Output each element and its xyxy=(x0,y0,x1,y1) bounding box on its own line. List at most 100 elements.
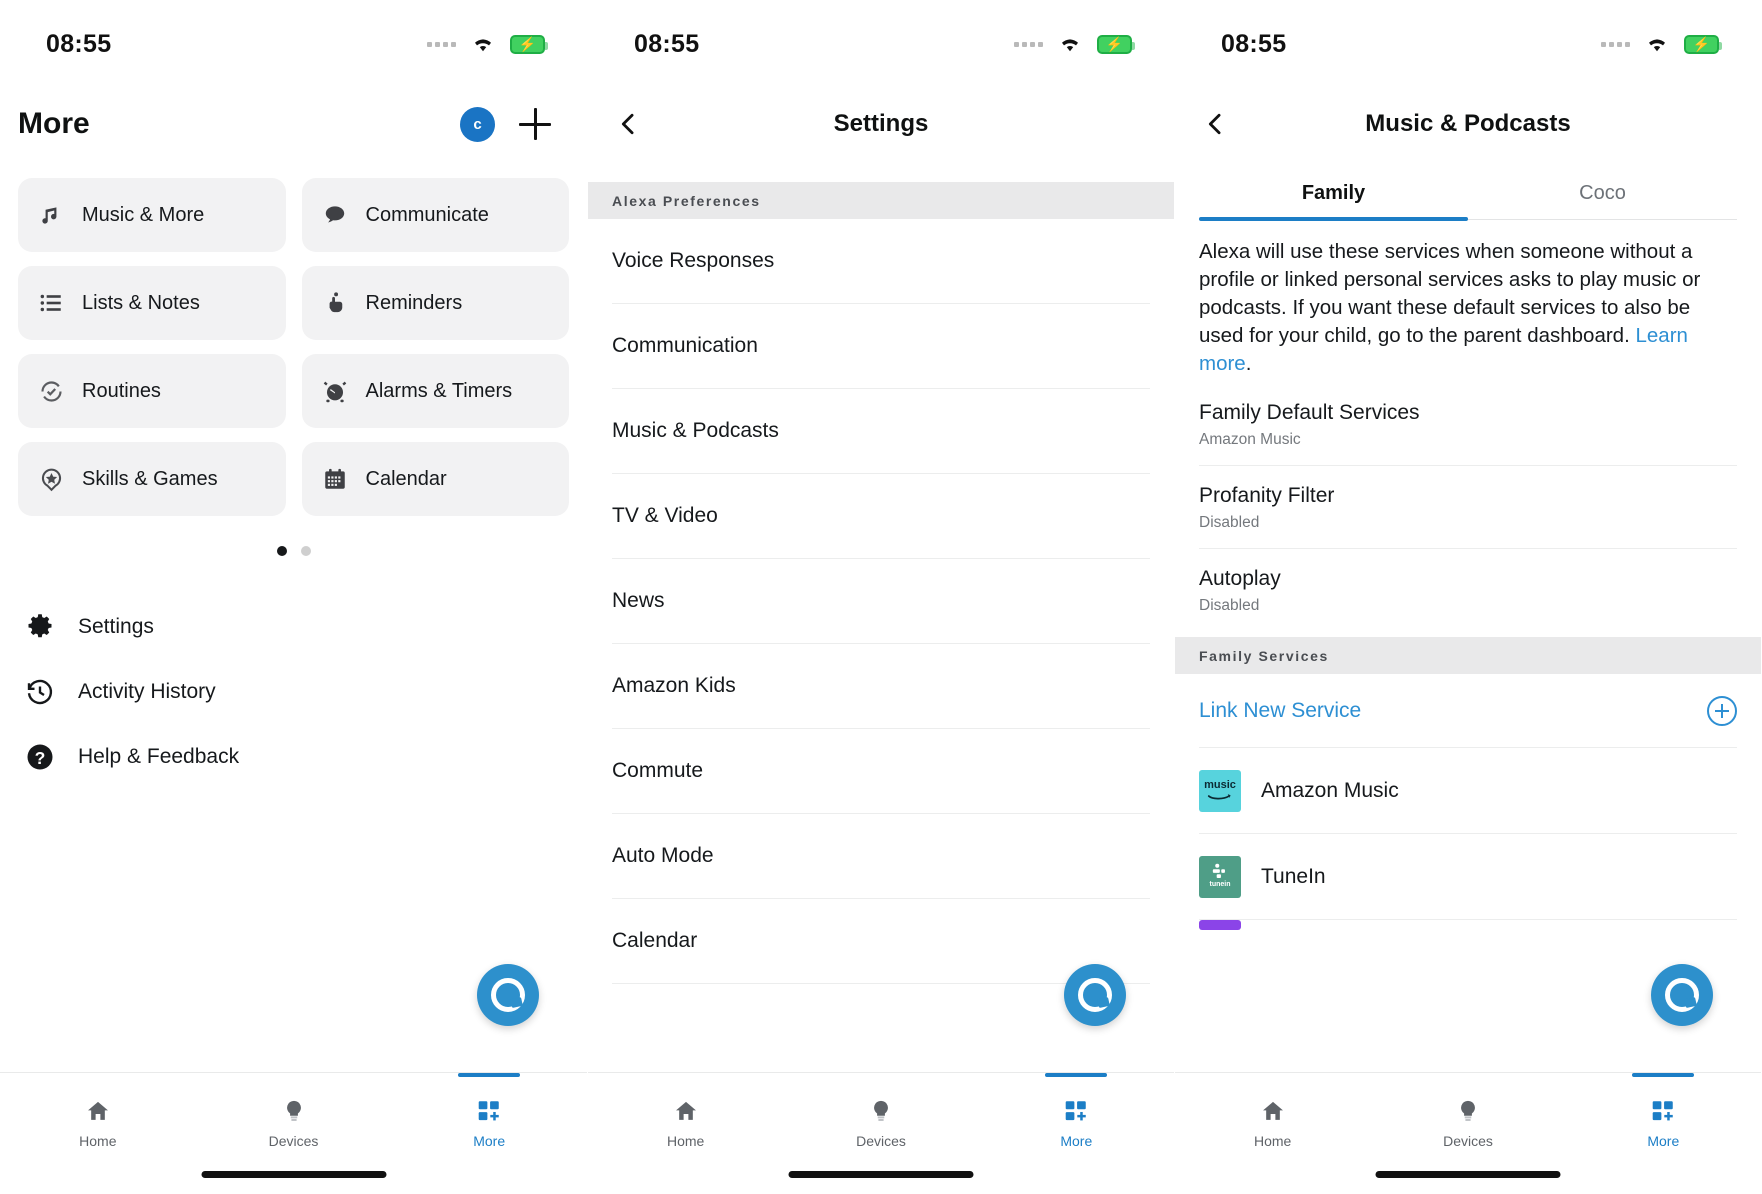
section-header-alexa-preferences: Alexa Preferences xyxy=(588,182,1174,219)
status-time: 08:55 xyxy=(634,29,700,58)
description-text: Alexa will use these services when someo… xyxy=(1175,220,1761,383)
settings-row-tv-and-video[interactable]: TV & Video xyxy=(612,474,1150,559)
screenshot-root: 08:55 ⚡ More c Music & More Communicate … xyxy=(0,0,1762,1194)
screen-music-and-podcasts: 08:55 ⚡ Music & Podcasts Family Coco Ale… xyxy=(1174,0,1761,1194)
bottom-nav-devices[interactable]: Devices xyxy=(783,1087,978,1149)
bottom-nav-more[interactable]: More xyxy=(1566,1073,1761,1149)
page-title: More xyxy=(18,107,90,140)
bottom-nav-more[interactable]: More xyxy=(979,1073,1174,1149)
back-chevron-icon[interactable] xyxy=(1193,102,1237,146)
music-settings-list: Family Default Services Amazon Music Pro… xyxy=(1175,383,1761,631)
pager-dot[interactable] xyxy=(300,546,311,556)
bottom-nav-home[interactable]: Home xyxy=(0,1087,196,1149)
bottom-nav-label: Devices xyxy=(856,1133,906,1149)
settings-row-label: Music & Podcasts xyxy=(612,419,779,442)
settings-row-label: Auto Mode xyxy=(612,844,714,867)
tile-calendar[interactable]: Calendar xyxy=(301,442,569,516)
bottom-nav-label: Devices xyxy=(268,1133,319,1149)
bottom-navigation: Home Devices More xyxy=(1175,1072,1761,1194)
wifi-icon xyxy=(1644,34,1670,54)
bottom-nav-label: More xyxy=(1647,1133,1680,1149)
grid-plus-icon xyxy=(1647,1097,1679,1125)
tile-label: Alarms & Timers xyxy=(365,379,513,402)
list-lines-icon xyxy=(36,288,66,318)
tile-label: Lists & Notes xyxy=(82,291,200,314)
avatar[interactable]: c xyxy=(460,106,495,142)
bottom-nav-home[interactable]: Home xyxy=(588,1087,783,1149)
settings-row-label: Communication xyxy=(612,334,758,357)
home-indicator xyxy=(1375,1171,1561,1178)
tiles-pager[interactable] xyxy=(0,516,587,556)
settings-row-voice-responses[interactable]: Voice Responses xyxy=(612,219,1150,304)
add-icon[interactable] xyxy=(513,102,557,146)
settings-row-news[interactable]: News xyxy=(612,559,1150,644)
status-bar: 08:55 ⚡ xyxy=(588,0,1174,88)
settings-row-label: TV & Video xyxy=(612,504,718,527)
tile-lists-and-notes[interactable]: Lists & Notes xyxy=(18,266,286,340)
tab-family[interactable]: Family xyxy=(1199,168,1468,221)
tile-reminders[interactable]: Reminders xyxy=(301,266,569,340)
status-bar: 08:55 ⚡ xyxy=(0,0,587,88)
gear-icon xyxy=(24,611,56,643)
service-name: TuneIn xyxy=(1261,864,1326,888)
setting-family-default-services[interactable]: Family Default Services Amazon Music xyxy=(1199,383,1737,467)
pager-dot-active[interactable] xyxy=(276,546,287,556)
settings-header: Settings xyxy=(588,88,1174,160)
settings-row-calendar[interactable]: Calendar xyxy=(612,899,1150,984)
settings-row-communication[interactable]: Communication xyxy=(612,304,1150,389)
service-row-partial[interactable] xyxy=(1199,920,1241,931)
bulb-icon xyxy=(278,1097,310,1125)
tab-label: Coco xyxy=(1579,182,1626,204)
bottom-navigation: Home Devices More xyxy=(0,1072,587,1194)
settings-row-label: Commute xyxy=(612,759,704,782)
alexa-button[interactable] xyxy=(1064,964,1126,1026)
menu-item-label: Help & Feedback xyxy=(78,744,240,768)
alexa-ring-icon xyxy=(1078,978,1112,1012)
setting-value: Amazon Music xyxy=(1199,431,1301,449)
battery-charging-icon: ⚡ xyxy=(1097,34,1135,54)
tab-coco[interactable]: Coco xyxy=(1468,168,1737,219)
bottom-nav-label: Devices xyxy=(1443,1133,1493,1149)
service-row-amazon-music[interactable]: music Amazon Music xyxy=(1199,748,1737,835)
routines-check-icon xyxy=(36,376,66,406)
bottom-nav-devices[interactable]: Devices xyxy=(196,1087,392,1149)
plus-circle-icon[interactable] xyxy=(1707,695,1737,726)
menu-item-activity-history[interactable]: Activity History xyxy=(0,659,587,724)
alexa-ring-icon xyxy=(1665,978,1699,1012)
tile-music-and-more[interactable]: Music & More xyxy=(18,178,286,252)
settings-row-amazon-kids[interactable]: Amazon Kids xyxy=(612,644,1150,729)
settings-row-music-and-podcasts[interactable]: Music & Podcasts xyxy=(612,389,1150,474)
alexa-button[interactable] xyxy=(477,964,539,1026)
bottom-nav-devices[interactable]: Devices xyxy=(1370,1087,1565,1149)
wifi-icon xyxy=(470,34,496,54)
link-new-service-row[interactable]: Link New Service xyxy=(1199,674,1737,749)
tile-alarms-and-timers[interactable]: Alarms & Timers xyxy=(301,354,569,428)
service-row-tunein[interactable]: tunein TuneIn xyxy=(1199,834,1737,921)
menu-item-label: Activity History xyxy=(78,679,216,703)
grid-plus-icon xyxy=(473,1097,505,1125)
setting-profanity-filter[interactable]: Profanity Filter Disabled xyxy=(1199,466,1737,550)
alexa-button[interactable] xyxy=(1651,964,1713,1026)
section-header-label: Family Services xyxy=(1199,647,1329,664)
tile-communicate[interactable]: Communicate xyxy=(301,178,569,252)
back-chevron-icon[interactable] xyxy=(606,102,650,146)
settings-row-auto-mode[interactable]: Auto Mode xyxy=(612,814,1150,899)
speech-bubble-icon xyxy=(320,200,350,230)
tile-skills-and-games[interactable]: Skills & Games xyxy=(18,442,286,516)
tile-label: Reminders xyxy=(365,291,463,314)
settings-row-commute[interactable]: Commute xyxy=(612,729,1150,814)
menu-item-label: Settings xyxy=(78,614,154,638)
tile-routines[interactable]: Routines xyxy=(18,354,286,428)
setting-title: Family Default Services xyxy=(1199,401,1420,425)
menu-item-settings[interactable]: Settings xyxy=(0,594,587,659)
bottom-nav-label: More xyxy=(473,1133,506,1149)
status-bar: 08:55 ⚡ xyxy=(1175,0,1761,88)
more-tiles-grid: Music & More Communicate Lists & Notes R… xyxy=(0,160,587,516)
settings-row-label: Amazon Kids xyxy=(612,674,736,697)
menu-item-help-and-feedback[interactable]: ? Help & Feedback xyxy=(0,724,587,789)
tile-label: Routines xyxy=(82,379,161,402)
setting-autoplay[interactable]: Autoplay Disabled xyxy=(1199,549,1737,631)
tile-label: Communicate xyxy=(365,203,489,226)
bottom-nav-home[interactable]: Home xyxy=(1175,1087,1370,1149)
bottom-nav-more[interactable]: More xyxy=(391,1073,587,1149)
